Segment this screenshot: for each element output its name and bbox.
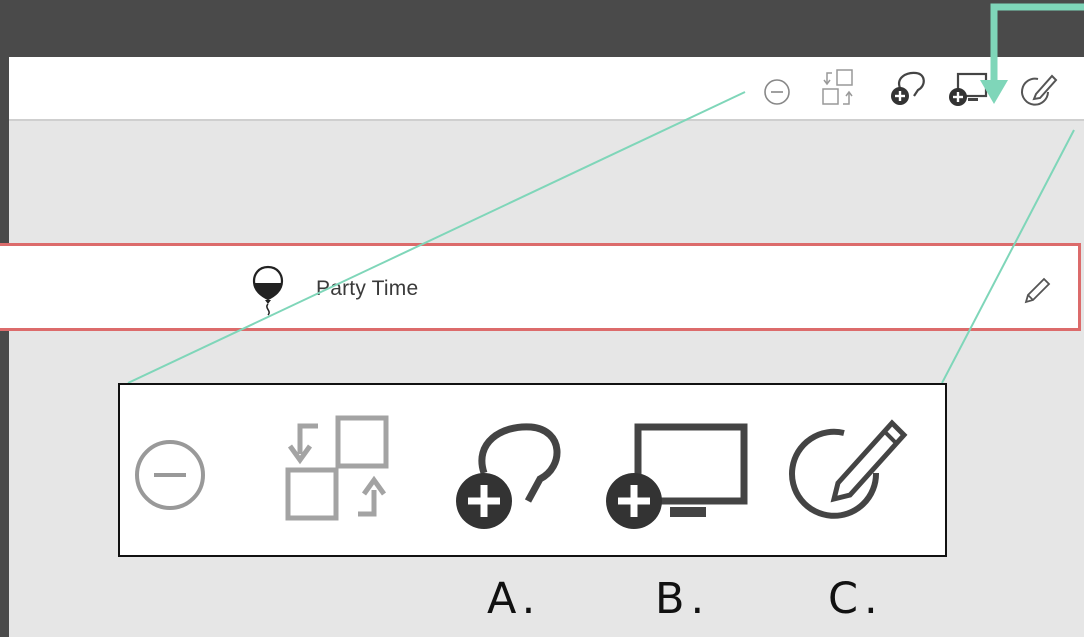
zoom-edit-circle-icon: [784, 405, 914, 535]
callout-label-c: C.: [828, 574, 884, 624]
zoom-swap-layout-icon: [278, 410, 398, 530]
zoom-add-speech-bubble-icon: [446, 413, 576, 543]
callout-label-b: B.: [655, 574, 711, 624]
zoom-add-display-icon: [598, 415, 758, 545]
callout-label-a: A.: [487, 574, 542, 624]
zoom-remove-circle-icon: [130, 435, 210, 515]
